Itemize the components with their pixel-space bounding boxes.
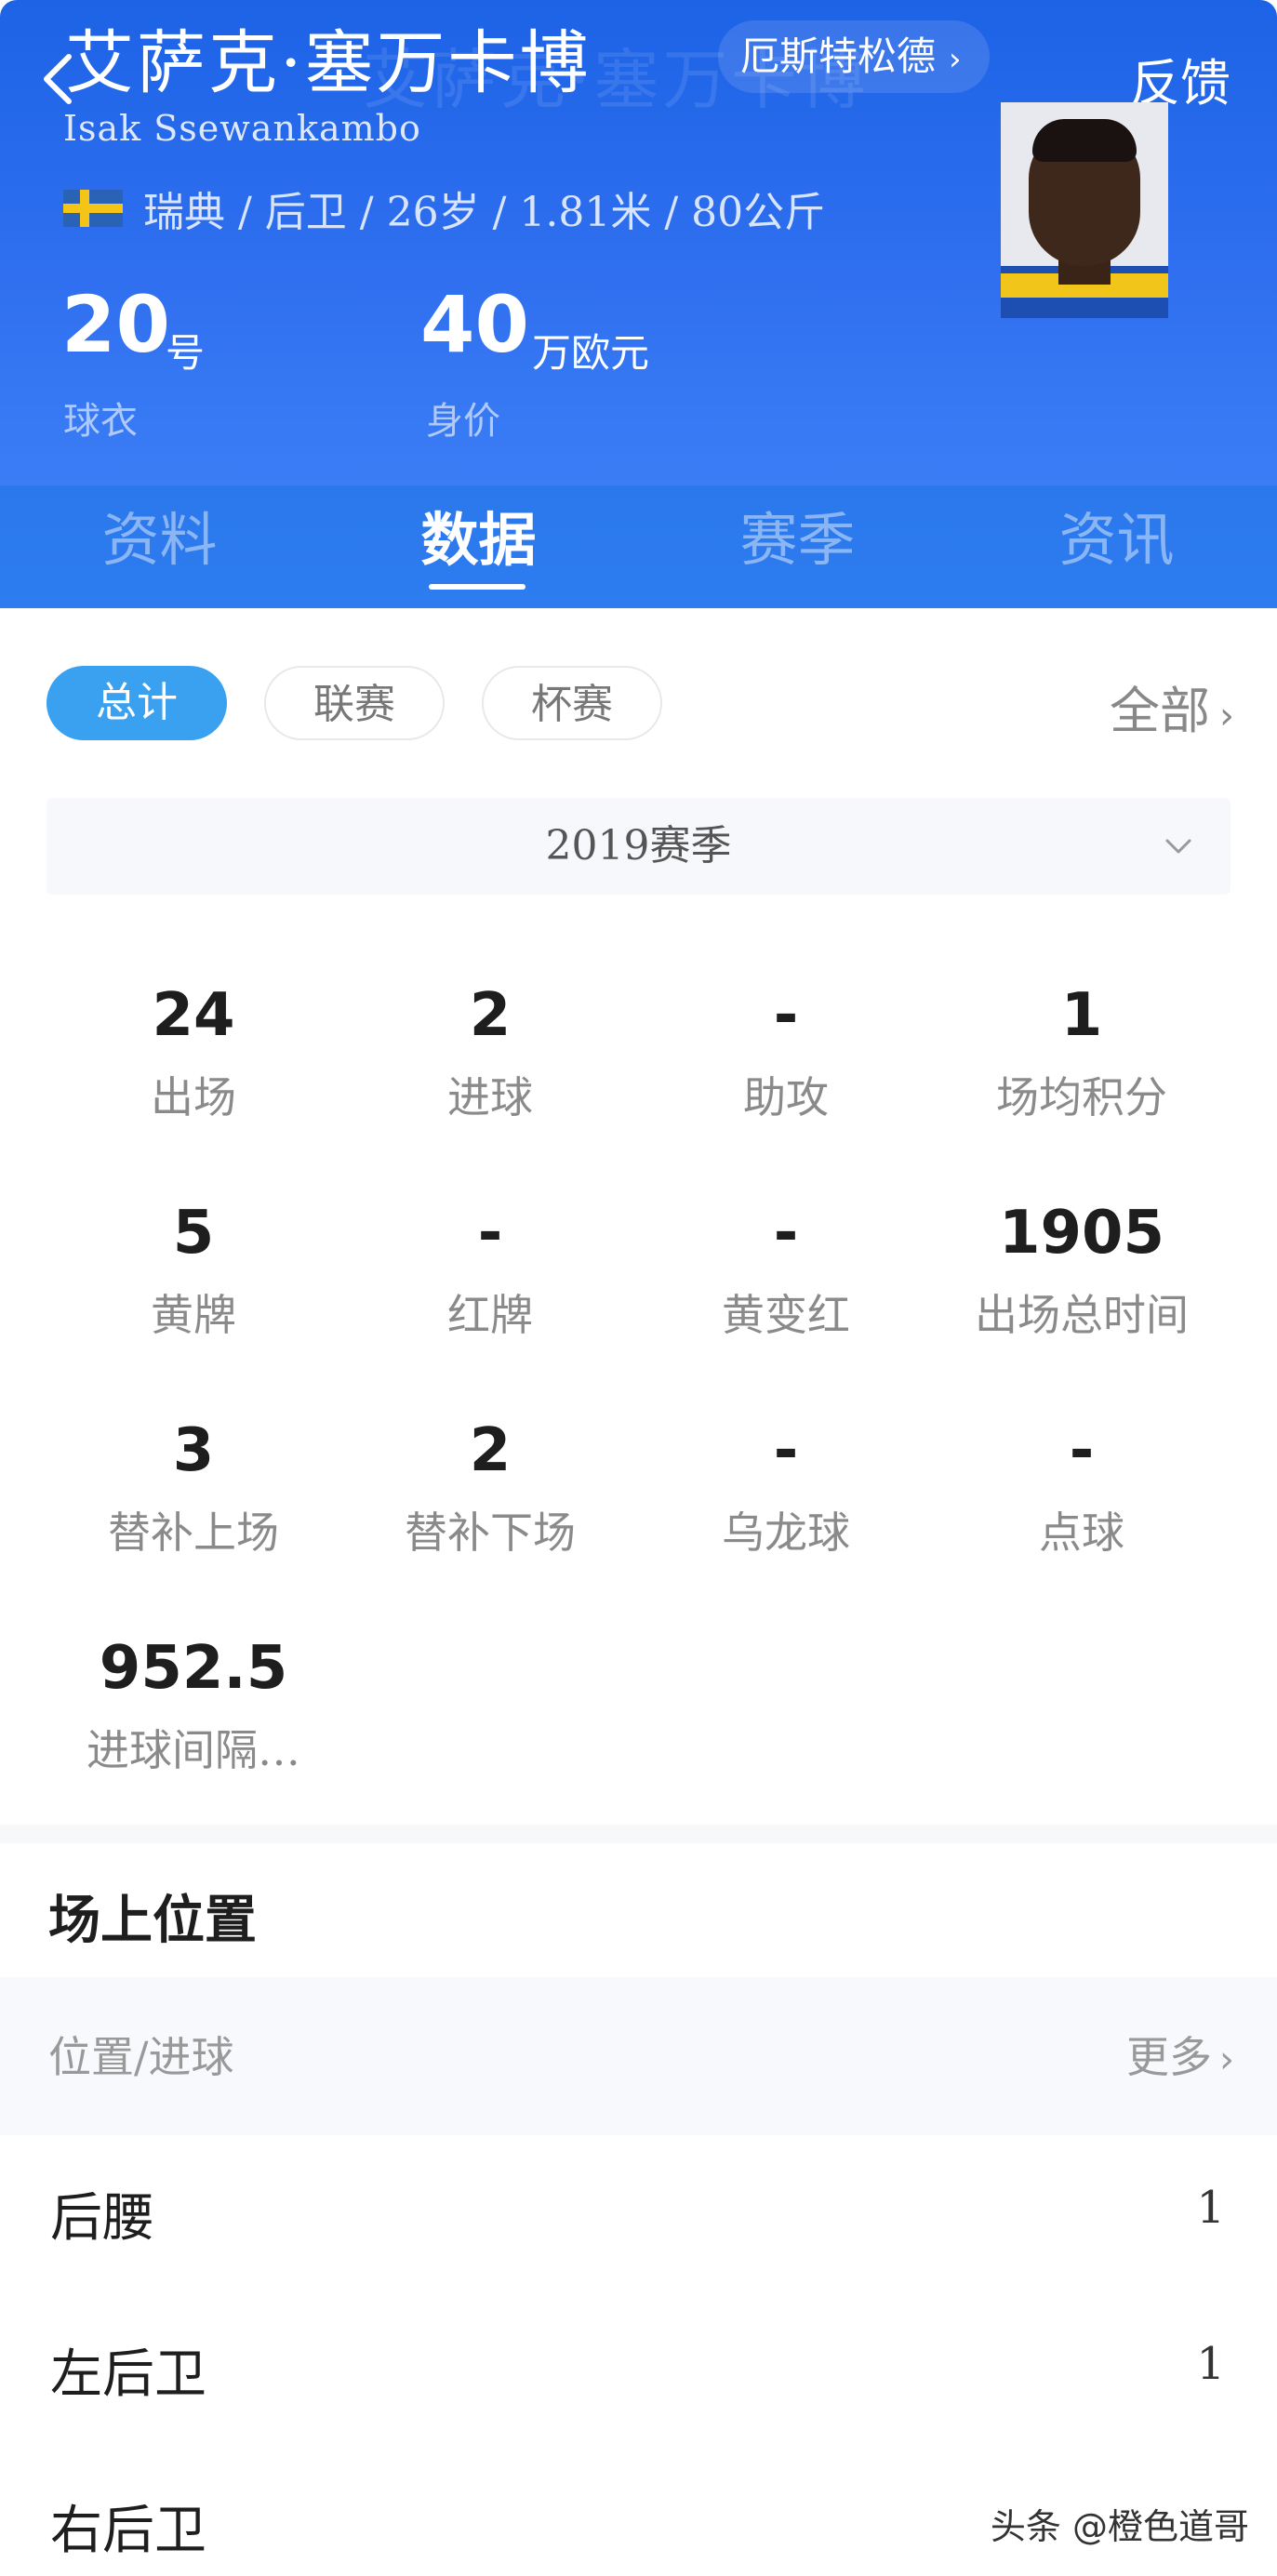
stat-label: 替补上场 [108,1507,279,1558]
stat-goal-interval: 952.5 进球间隔… [46,1633,341,1778]
filter-cup[interactable]: 杯赛 [482,666,662,740]
stat-label: 黄变红 [722,1290,850,1340]
stat-assists: - 助攻 [638,980,934,1125]
stat-value: - [1069,1416,1095,1485]
stat-label: 进球 [447,1072,533,1122]
tab-profile[interactable]: 资料 [0,485,319,608]
section-divider [0,1825,1277,1843]
tab-data[interactable]: 数据 [319,485,638,608]
chevron-right-icon: › [1219,695,1234,737]
market-value: 40 [420,279,529,370]
stat-label: 出场总时间 [975,1290,1189,1340]
stat-label: 出场 [151,1072,236,1122]
stat-value: - [773,1199,799,1268]
stat-label: 黄牌 [151,1290,236,1340]
stat-value: 952.5 [99,1634,288,1703]
player-info: 瑞典 / 后卫 / 26岁 / 1.81米 / 80公斤 [63,179,825,238]
market-value-label: 身价 [426,400,500,443]
tab-bar: 资料 数据 赛季 资讯 [0,485,1277,608]
chevron-right-icon: › [1219,2038,1234,2081]
chevron-right-icon: › [949,41,962,78]
season-value: 2019赛季 [545,822,732,870]
positions-more-link[interactable]: 更多 › [1126,2024,1234,2085]
stat-value: 1905 [998,1199,1165,1268]
positions-column-label: 位置/进球 [48,2032,234,2082]
stat-label: 助攻 [743,1072,829,1122]
stat-sub-off: 2 替补下场 [342,1415,638,1560]
player-name: 艾萨克·塞万卡博 [65,23,592,103]
filter-total[interactable]: 总计 [47,666,227,740]
stat-label: 进球间隔… [86,1725,300,1775]
club-name: 厄斯特松德 [740,33,937,79]
chevron-down-icon [1165,839,1191,854]
stat-second-yellow: - 黄变红 [638,1198,934,1343]
active-tab-indicator [429,584,525,590]
stat-value: 3 [172,1416,215,1485]
position-name: 右后卫 [50,2501,206,2561]
stat-own-goals: - 乌龙球 [638,1415,934,1560]
stat-label: 乌龙球 [722,1507,850,1558]
market-value-unit: 万欧元 [532,330,650,376]
position-name: 左后卫 [50,2344,206,2405]
player-info-text: 瑞典 / 后卫 / 26岁 / 1.81米 / 80公斤 [143,189,826,236]
stat-sub-on: 3 替补上场 [46,1415,341,1560]
stat-label: 点球 [1039,1507,1124,1558]
stat-label: 替补下场 [405,1507,576,1558]
stat-value: 1 [1060,981,1103,1050]
watermark: 头条 @橙色道哥 [990,2506,1249,2547]
season-dropdown[interactable]: 2019赛季 [47,798,1230,895]
position-row: 左后卫 1 [0,2291,1277,2448]
tab-season[interactable]: 赛季 [638,485,957,608]
stat-goals: 2 进球 [342,980,638,1125]
player-header: 艾萨克·塞万卡博 艾萨克·塞万卡博 厄斯特松德 › 反馈 Isak Ssewank… [0,0,1277,485]
stat-avg-points: 1 场均积分 [934,980,1230,1125]
stat-value: 5 [172,1199,215,1268]
player-name-english: Isak Ssewankambo [63,108,421,149]
position-goals: 1 [1196,2182,1225,2234]
player-photo [1001,102,1168,318]
more-label: 更多 [1126,2032,1212,2082]
position-goals: 1 [1196,2338,1225,2390]
jersey-number: 20 [61,279,170,370]
stat-value: 2 [469,1416,512,1485]
jersey-label: 球衣 [63,400,138,443]
stat-label: 红牌 [447,1290,533,1340]
stat-appearances: 24 出场 [46,980,341,1125]
positions-header: 位置/进球 更多 › [0,1977,1277,2135]
position-name: 后腰 [50,2188,154,2249]
stat-minutes-played: 1905 出场总时间 [934,1198,1230,1343]
all-label: 全部 [1110,682,1210,740]
stat-value: - [477,1199,503,1268]
stat-value: - [773,1416,799,1485]
stat-value: - [773,981,799,1050]
jersey-unit: 号 [166,330,206,376]
sweden-flag-icon [63,190,123,227]
stat-penalties: - 点球 [934,1415,1230,1560]
stat-value: 2 [469,981,512,1050]
positions-title: 场上位置 [48,1890,257,1951]
tab-news[interactable]: 资讯 [957,485,1276,608]
stat-red-cards: - 红牌 [342,1198,638,1343]
position-row: 后腰 1 [0,2135,1277,2291]
filter-league[interactable]: 联赛 [264,666,445,740]
stat-yellow-cards: 5 黄牌 [46,1198,341,1343]
stat-label: 场均积分 [996,1072,1167,1122]
all-competitions-link[interactable]: 全部 › [1110,670,1234,743]
stat-value: 24 [152,981,235,1050]
club-link[interactable]: 厄斯特松德 › [718,20,990,93]
